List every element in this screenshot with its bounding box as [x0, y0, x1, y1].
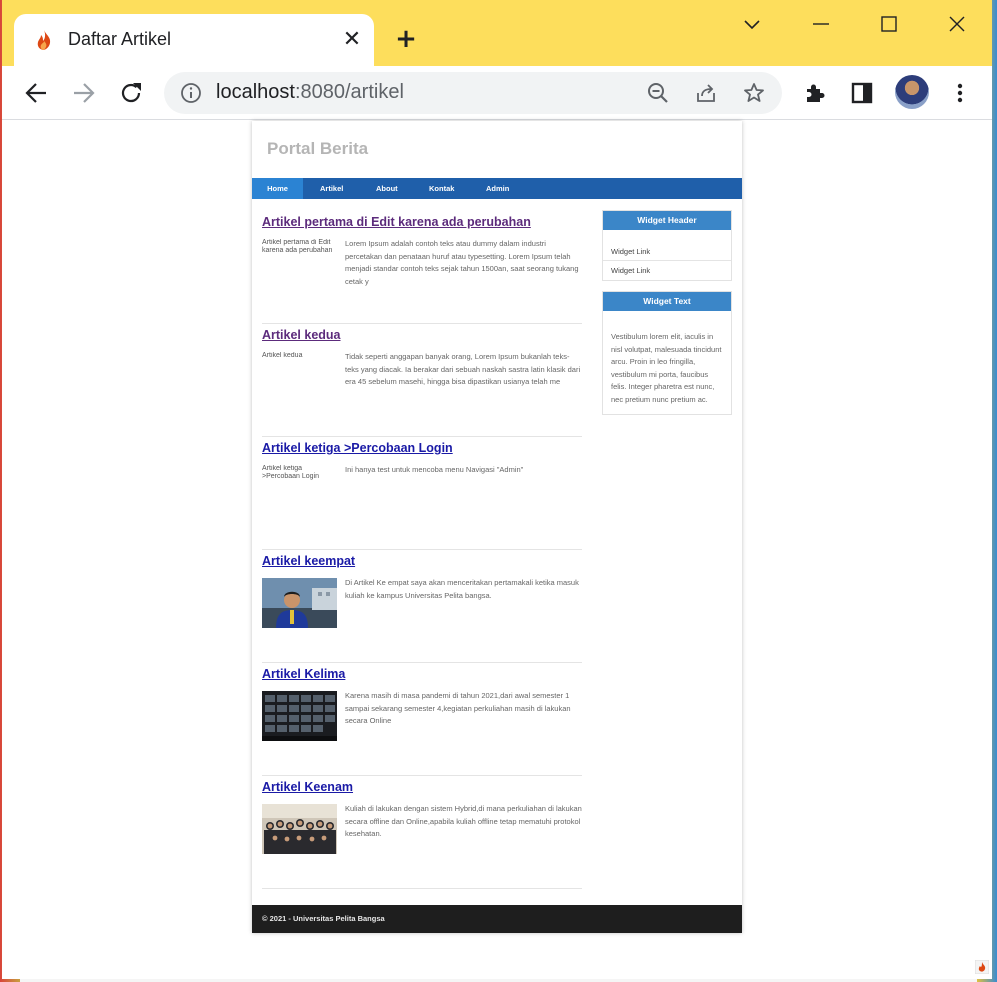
codeigniter-flame-icon [37, 30, 51, 50]
article-title-link[interactable]: Artikel kedua [262, 328, 341, 342]
article-title-link[interactable]: Artikel Kelima [262, 667, 345, 681]
page-viewport: Portal Berita Home Artikel About Kontak … [2, 121, 992, 979]
article-item: Artikel ketiga >Percobaan Login Artikel … [262, 437, 582, 550]
widget-links: Widget Header Widget Link Widget Link [602, 210, 732, 281]
site-header: Portal Berita [252, 121, 742, 178]
nav-about[interactable]: About [376, 178, 398, 199]
tab-close-icon[interactable]: ✕ [340, 28, 364, 52]
widget-header-title: Widget Header [603, 211, 731, 230]
tab-title: Daftar Artikel [68, 29, 172, 49]
article-excerpt: Ini hanya test untuk mencoba menu Naviga… [345, 465, 524, 474]
side-panel-icon[interactable] [849, 80, 875, 106]
article-list: Artikel pertama di Edit karena ada perub… [262, 211, 582, 889]
widget-link-list: Widget Link Widget Link [603, 230, 731, 280]
widget-text: Widget Text Vestibulum lorem elit, iacul… [602, 291, 732, 415]
article-excerpt: Karena masih di masa pandemi di tahun 20… [345, 691, 571, 725]
nav-home[interactable]: Home [252, 178, 303, 199]
reload-icon[interactable] [116, 78, 146, 108]
widget-text-body: Vestibulum lorem elit, iaculis in nisl v… [611, 332, 722, 404]
article-image-portrait [262, 578, 337, 628]
url-host: localhost [216, 81, 295, 103]
back-arrow-icon[interactable] [22, 78, 52, 108]
article-item: Artikel pertama di Edit karena ada perub… [262, 211, 582, 324]
share-icon[interactable] [694, 81, 718, 105]
minimize-icon[interactable] [806, 12, 836, 38]
article-title-link[interactable]: Artikel Keenam [262, 780, 353, 794]
article-excerpt: Kuliah di lakukan dengan sistem Hybrid,d… [345, 804, 582, 838]
widget-text-title: Widget Text [603, 292, 731, 311]
browser-window: Daftar Artikel ✕ + localhost:8080/artike… [2, 0, 992, 979]
article-title-link[interactable]: Artikel keempat [262, 554, 355, 568]
bookmark-star-icon[interactable] [742, 81, 766, 105]
tab-search-chevron-icon[interactable] [737, 12, 767, 38]
nav-kontak[interactable]: Kontak [429, 178, 454, 199]
zoom-out-icon[interactable] [646, 81, 670, 105]
nav-artikel[interactable]: Artikel [320, 178, 343, 199]
article-title-link[interactable]: Artikel ketiga >Percobaan Login [262, 441, 453, 455]
article-excerpt: Lorem Ipsum adalah contoh teks atau dumm… [345, 239, 579, 286]
article-image-broken: Artikel kedua [262, 352, 303, 359]
article-image-broken: Artikel ketiga >Percobaan Login [262, 465, 320, 480]
article-title-link[interactable]: Artikel pertama di Edit karena ada perub… [262, 215, 531, 229]
site-info-icon[interactable] [180, 82, 202, 104]
site-footer: © 2021 - Universitas Pelita Bangsa [252, 905, 742, 933]
sidebar: Widget Header Widget Link Widget Link Wi… [602, 210, 732, 425]
main-nav: Home Artikel About Kontak Admin [252, 178, 742, 199]
article-image-broken: Artikel pertama di Edit karena ada perub… [262, 239, 333, 254]
address-bar[interactable]: localhost:8080/artikel [164, 72, 782, 114]
new-tab-icon[interactable]: + [394, 26, 418, 52]
tab-strip: Daftar Artikel ✕ + [2, 0, 992, 66]
tab-active[interactable]: Daftar Artikel ✕ [14, 14, 374, 66]
page-container: Portal Berita Home Artikel About Kontak … [252, 121, 742, 933]
profile-avatar[interactable] [895, 75, 929, 109]
url-text[interactable]: localhost:8080/artikel [216, 81, 404, 104]
codeigniter-toolbar-icon[interactable] [975, 960, 989, 974]
browser-toolbar: localhost:8080/artikel [2, 66, 992, 120]
article-excerpt: Di Artikel Ke empat saya akan menceritak… [345, 578, 579, 600]
article-image-group [262, 804, 337, 854]
nav-admin[interactable]: Admin [486, 178, 509, 199]
url-path: :8080/artikel [294, 81, 404, 103]
article-item: Artikel Keenam Kuliah di lakukan dengan … [262, 776, 582, 889]
widget-link[interactable]: Widget Link [603, 242, 731, 261]
maximize-icon[interactable] [874, 12, 904, 38]
kebab-menu-icon[interactable] [947, 80, 973, 106]
article-excerpt: Tidak seperti anggapan banyak orang, Lor… [345, 352, 581, 386]
widget-link[interactable]: Widget Link [603, 261, 731, 280]
article-item: Artikel keempat Di Artikel Ke empat saya… [262, 550, 582, 663]
article-item: Artikel Kelima Karena masih di masa pand… [262, 663, 582, 776]
extensions-puzzle-icon[interactable] [802, 80, 828, 106]
forward-arrow-icon[interactable] [68, 78, 98, 108]
article-item: Artikel kedua Artikel kedua Tidak sepert… [262, 324, 582, 437]
window-close-icon[interactable] [942, 12, 972, 38]
site-title: Portal Berita [267, 139, 369, 158]
article-image-video-call [262, 691, 337, 741]
